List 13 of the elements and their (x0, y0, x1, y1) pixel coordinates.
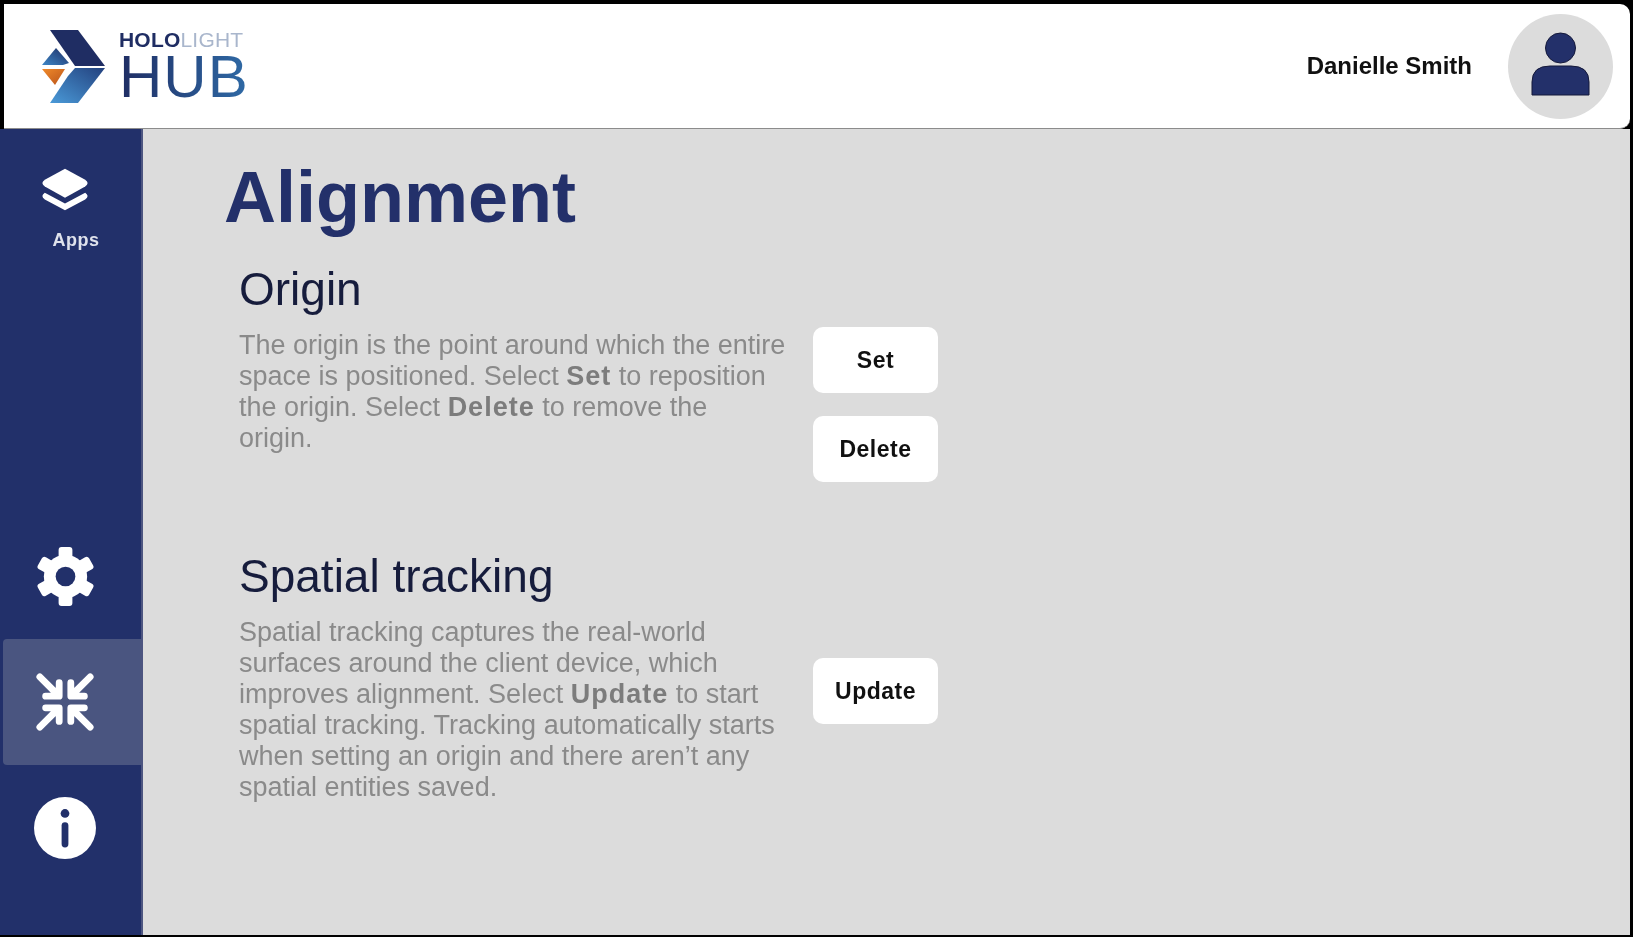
section-description: Spatial tracking captures the real-world surfaces around the client device, which improves alignment. Select Update to start spatial tracking. Tracking automatically starts when setting an origin and there aren’t any spatial entities saved. (239, 617, 776, 803)
arrows-inward-icon (34, 671, 96, 733)
layers-icon (40, 166, 90, 212)
avatar-icon[interactable] (1508, 13, 1613, 119)
apps-nav-item[interactable]: Apps (3, 129, 141, 271)
action-button[interactable]: Set (813, 327, 938, 393)
action-button[interactable]: Update (813, 658, 938, 724)
section-description: The origin is the point around which the entire space is positioned. Select Set to reposition the origin. Select Delete to remove the origin. (239, 330, 787, 454)
logo-icon (41, 29, 105, 103)
alignment-nav-item[interactable] (3, 639, 141, 765)
logo-wordmark: HOLOLIGHT (119, 28, 244, 50)
user-name: Danielle Smith (1306, 52, 1472, 80)
action-button[interactable]: Delete (813, 416, 938, 482)
